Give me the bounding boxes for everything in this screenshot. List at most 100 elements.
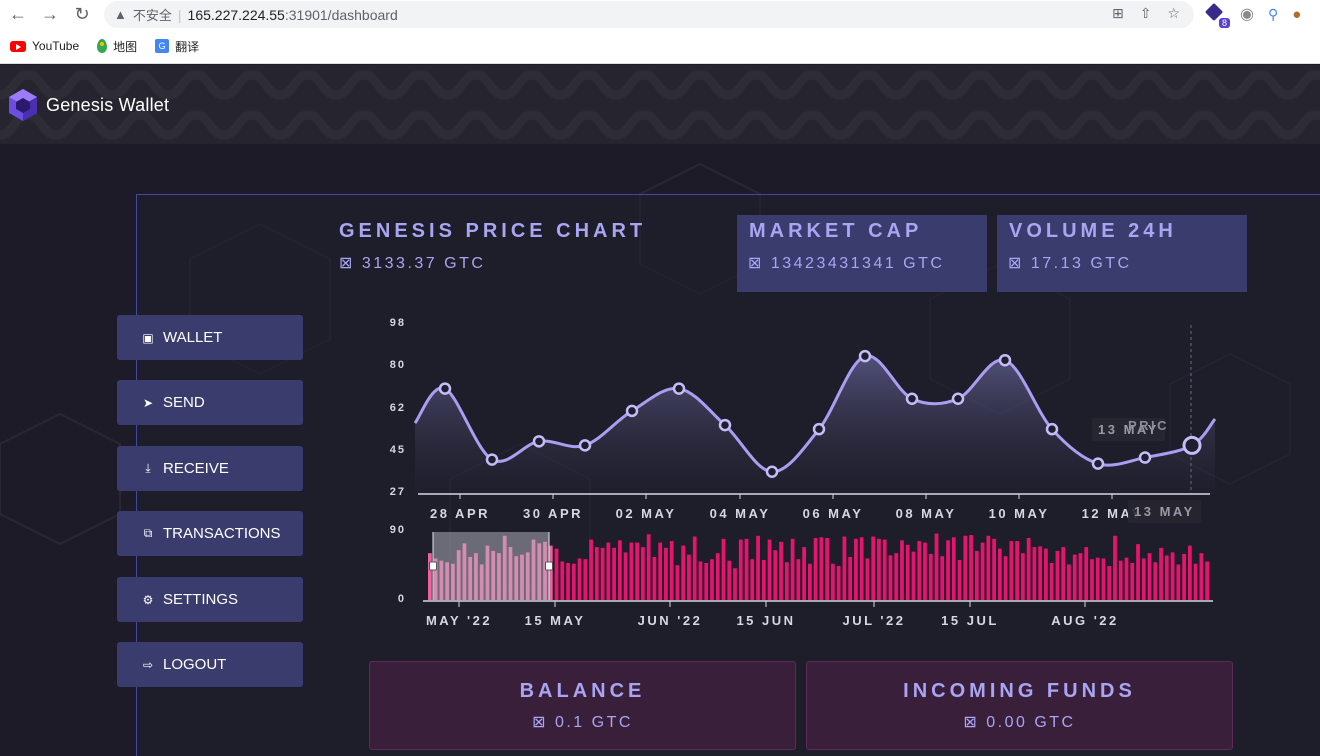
volume-bar: [882, 539, 887, 600]
volume-bar: [750, 559, 755, 600]
volume-bar: [1067, 564, 1071, 600]
crosshair-date: 13 MAY: [1134, 504, 1195, 519]
volume-bar: [594, 547, 599, 600]
volume-bar: [1159, 547, 1163, 600]
volume-bar: [756, 535, 760, 600]
volume-bar: [623, 552, 628, 600]
range-handle[interactable]: [429, 561, 437, 571]
volume-bar: [687, 554, 691, 600]
volume-bar: [1205, 561, 1209, 600]
volume-bar: [946, 540, 950, 600]
volume-bar: [560, 561, 565, 600]
price-point: [1138, 451, 1152, 464]
volume-bar: [1038, 546, 1043, 600]
volume-bar: [951, 537, 956, 600]
volume-bar: [1032, 547, 1037, 600]
volume-x-tick: AUG '22: [1051, 613, 1119, 628]
volume-bar: [1021, 553, 1025, 600]
balance-title: BALANCE: [519, 680, 646, 702]
volume-bar: [1187, 545, 1192, 600]
incoming-funds-title: INCOMING FUNDS: [903, 680, 1136, 702]
volume-bar: [928, 553, 933, 600]
volume-x-tick: JUL '22: [843, 613, 906, 628]
volume-bar: [1141, 558, 1146, 600]
volume-bar: [1113, 535, 1117, 600]
volume-bar: [727, 560, 732, 600]
price-x-tick: 28 APR: [430, 506, 490, 521]
range-handle[interactable]: [545, 561, 553, 571]
volume-bar: [871, 536, 876, 600]
volume-bar: [646, 534, 651, 600]
volume-bar: [704, 562, 709, 600]
crosshair-date-label: 13 MAY: [1128, 500, 1201, 523]
price-point: [858, 349, 872, 363]
volume-bar: [957, 559, 962, 600]
volume-bar: [1199, 553, 1204, 600]
volume-bar: [612, 547, 616, 600]
volume-bar: [865, 558, 870, 600]
volume-bar: [1090, 559, 1094, 600]
volume-bar: [790, 538, 795, 600]
volume-bar: [894, 553, 899, 600]
volume-bar: [1009, 541, 1014, 600]
volume-bar: [1147, 553, 1152, 600]
volume-bar: [692, 536, 697, 600]
volume-bar: [802, 547, 806, 600]
volume-bar: [796, 559, 801, 600]
volume-bar: [606, 542, 611, 600]
volume-bar: [1003, 556, 1008, 600]
volume-bar: [1078, 553, 1083, 600]
price-point: [672, 382, 686, 395]
volume-bar: [819, 537, 824, 600]
volume-bar: [428, 553, 432, 600]
volume-bar: [721, 538, 726, 600]
price-point: [532, 435, 546, 448]
volume-bar: [681, 545, 686, 600]
volume-bar: [1164, 555, 1169, 600]
volume-bar: [773, 550, 778, 600]
volume-bar: [813, 538, 818, 600]
volume-bar: [577, 558, 582, 600]
volume-bar: [825, 538, 830, 600]
volume-bar: [836, 566, 841, 600]
volume-bar: [629, 542, 634, 600]
volume-bar: [1084, 547, 1089, 600]
volume-bar: [980, 542, 985, 600]
price-y-tick: 80: [390, 359, 406, 371]
volume-bar: [900, 540, 904, 600]
incoming-funds-value: ⊠ 0.00 GTC: [963, 714, 1076, 731]
volume-bar: [1118, 560, 1123, 600]
volume-bar: [658, 542, 663, 600]
price-point: [625, 404, 639, 418]
volume-bar: [733, 568, 737, 600]
volume-bar: [1095, 557, 1100, 600]
volume-bar: [1182, 553, 1186, 600]
price-point: [438, 382, 452, 395]
volume-bar: [1130, 562, 1135, 600]
price-y-tick: 27: [390, 486, 406, 498]
price-point: [1091, 457, 1105, 470]
price-point: [905, 392, 919, 405]
volume-bar: [715, 553, 720, 600]
volume-bar: [1176, 564, 1181, 600]
price-point: [485, 453, 499, 466]
volume-bar: [652, 556, 657, 600]
volume-y-tick: 0: [398, 593, 406, 605]
balance-value: ⊠ 0.1 GTC: [532, 714, 633, 731]
volume-x-tick: 15 MAY: [525, 613, 586, 628]
volume-bar: [969, 535, 973, 600]
price-x-tick: 08 MAY: [896, 506, 957, 521]
volume-bar: [1072, 554, 1077, 600]
price-x-tick: 06 MAY: [803, 506, 864, 521]
price-x-tick: 10 MAY: [989, 506, 1050, 521]
volume-bar: [854, 538, 858, 600]
volume-bar: [888, 555, 893, 600]
price-line-chart[interactable]: 98 80 62 45 27 28 APR 30 APR 02 MAY 04 MAY 06 MAY…: [0, 0, 1320, 756]
balance-card: BALANCE ⊠ 0.1 GTC: [369, 661, 796, 750]
volume-bar: [940, 556, 945, 600]
volume-bar: [1124, 557, 1129, 600]
price-point: [951, 392, 965, 405]
volume-bar: [779, 541, 783, 600]
volume-bar: [1044, 548, 1048, 600]
volume-bar: [617, 540, 622, 600]
